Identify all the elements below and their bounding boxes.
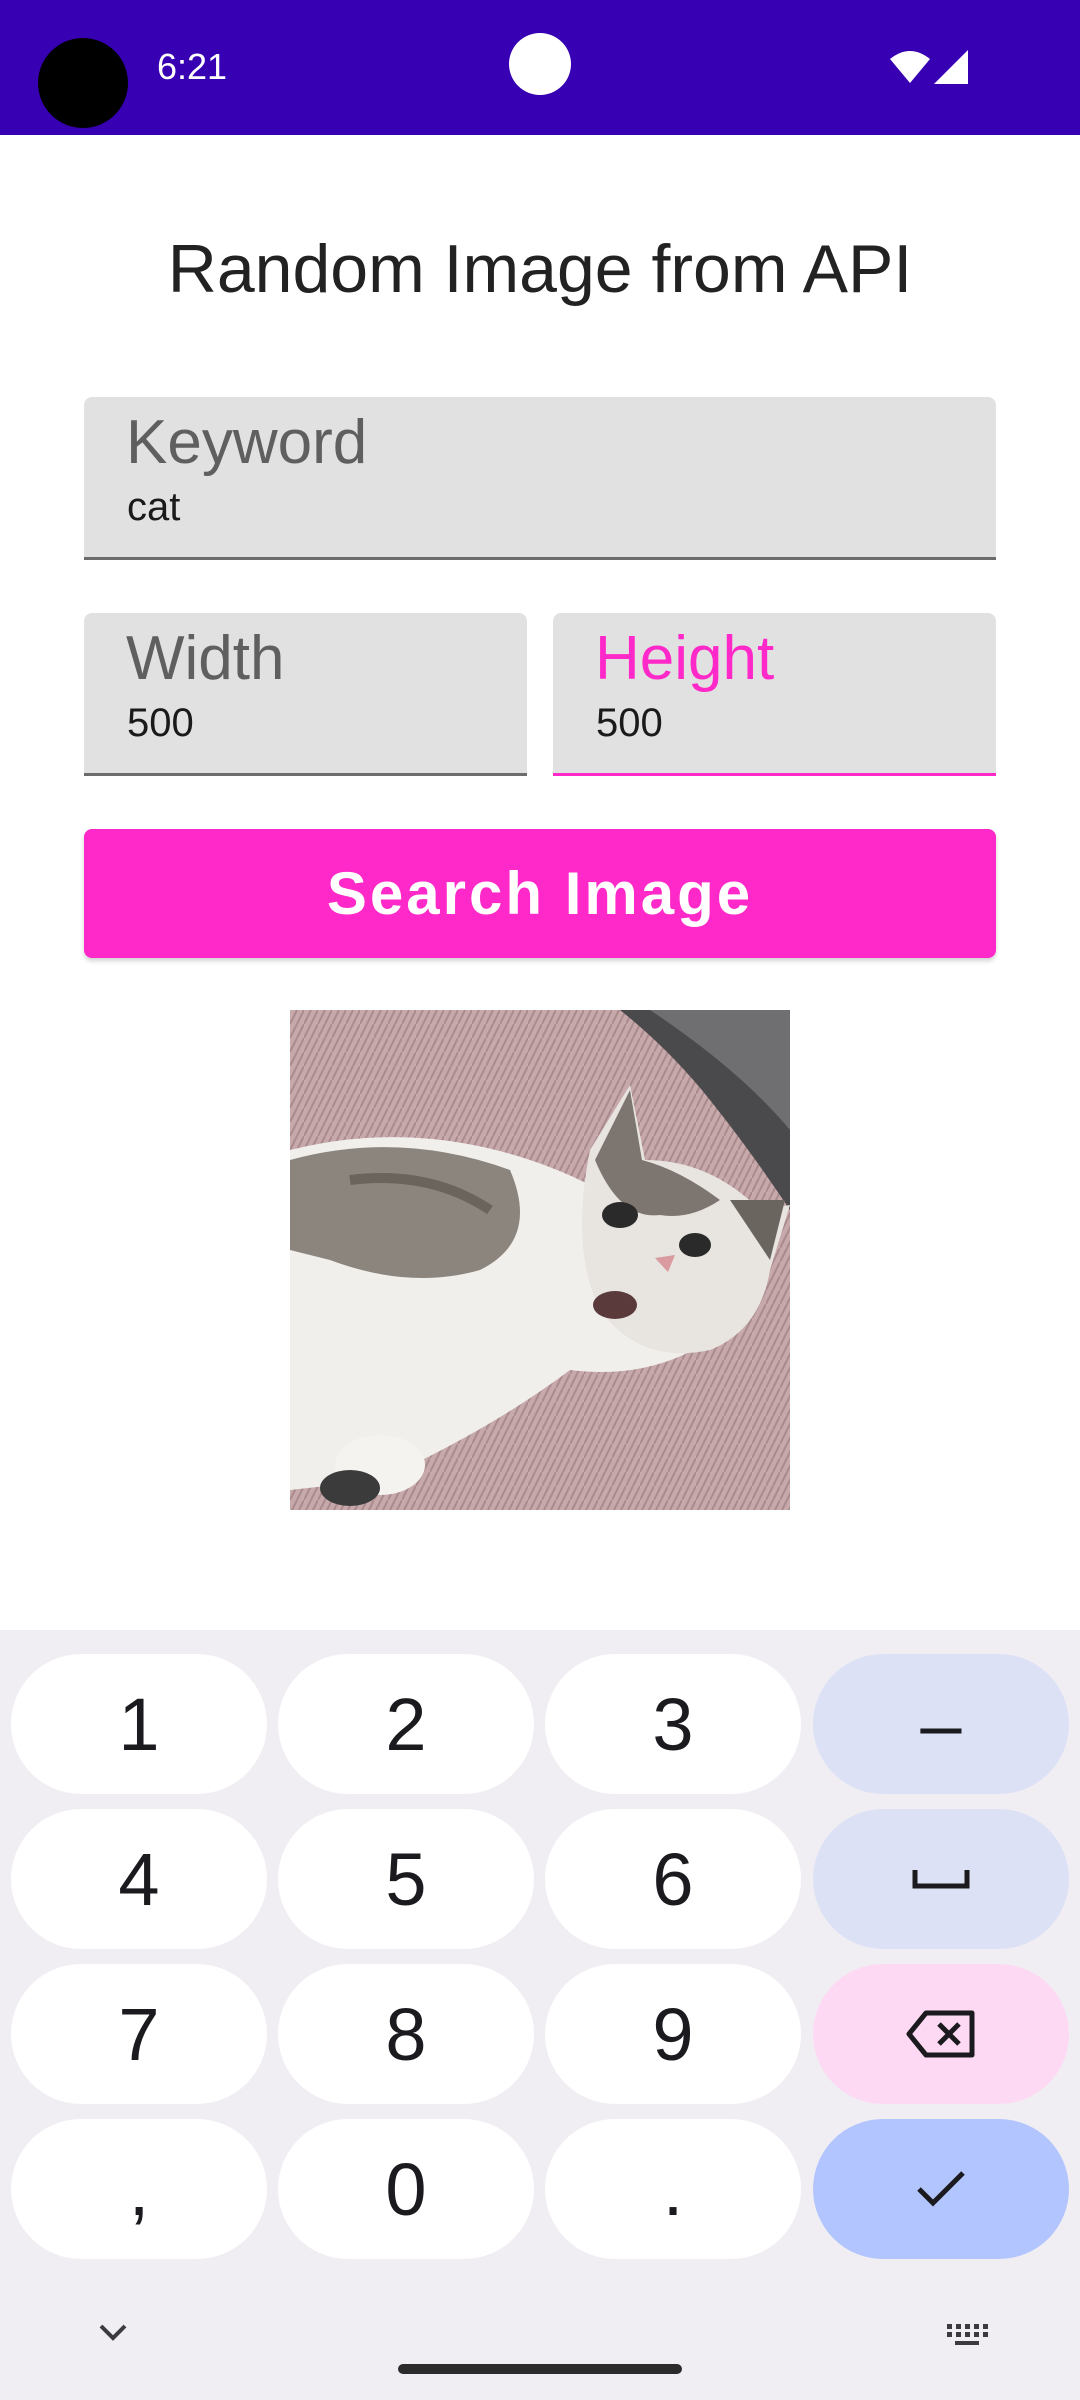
backspace-key[interactable] [813, 1964, 1069, 2104]
keyword-label: Keyword [126, 408, 368, 477]
key-8[interactable]: 8 [278, 1964, 534, 2104]
key-0[interactable]: 0 [278, 2119, 534, 2259]
keyword-value[interactable]: cat [127, 485, 180, 530]
key-comma[interactable]: , [11, 2119, 267, 2259]
search-image-button[interactable]: Search Image [84, 829, 996, 958]
checkmark-icon [917, 2171, 965, 2207]
keyword-field[interactable]: Keyword cat [84, 397, 996, 560]
camera-cutout [38, 38, 128, 128]
key-7[interactable]: 7 [11, 1964, 267, 2104]
keyboard-icon[interactable] [945, 2322, 989, 2348]
key-4[interactable]: 4 [11, 1809, 267, 1949]
wifi-icon [890, 51, 930, 83]
key-6[interactable]: 6 [545, 1809, 801, 1949]
chevron-down-icon[interactable] [95, 2320, 131, 2344]
space-key[interactable] [813, 1809, 1069, 1949]
page-title: Random Image from API [167, 231, 913, 307]
width-value[interactable]: 500 [127, 701, 194, 746]
space-icon [912, 1870, 970, 1889]
height-value[interactable]: 500 [596, 701, 663, 746]
key-2[interactable]: 2 [278, 1654, 534, 1794]
height-label: Height [595, 624, 775, 693]
done-key[interactable] [813, 2119, 1069, 2259]
key-5[interactable]: 5 [278, 1809, 534, 1949]
height-field[interactable]: Height 500 [553, 613, 996, 776]
home-indicator[interactable] [398, 2364, 682, 2374]
notification-dot [509, 33, 571, 95]
status-time: 6:21 [157, 46, 228, 87]
key-9[interactable]: 9 [545, 1964, 801, 2104]
backspace-icon [906, 2010, 975, 2058]
width-field[interactable]: Width 500 [84, 613, 527, 776]
key-dash[interactable]: – [813, 1654, 1069, 1794]
width-label: Width [126, 624, 285, 693]
status-bar: 6:21 [0, 0, 1080, 135]
key-1[interactable]: 1 [11, 1654, 267, 1794]
result-image [290, 1010, 790, 1510]
cellular-signal-icon [934, 50, 968, 84]
key-3[interactable]: 3 [545, 1654, 801, 1794]
key-period[interactable]: . [545, 2119, 801, 2259]
